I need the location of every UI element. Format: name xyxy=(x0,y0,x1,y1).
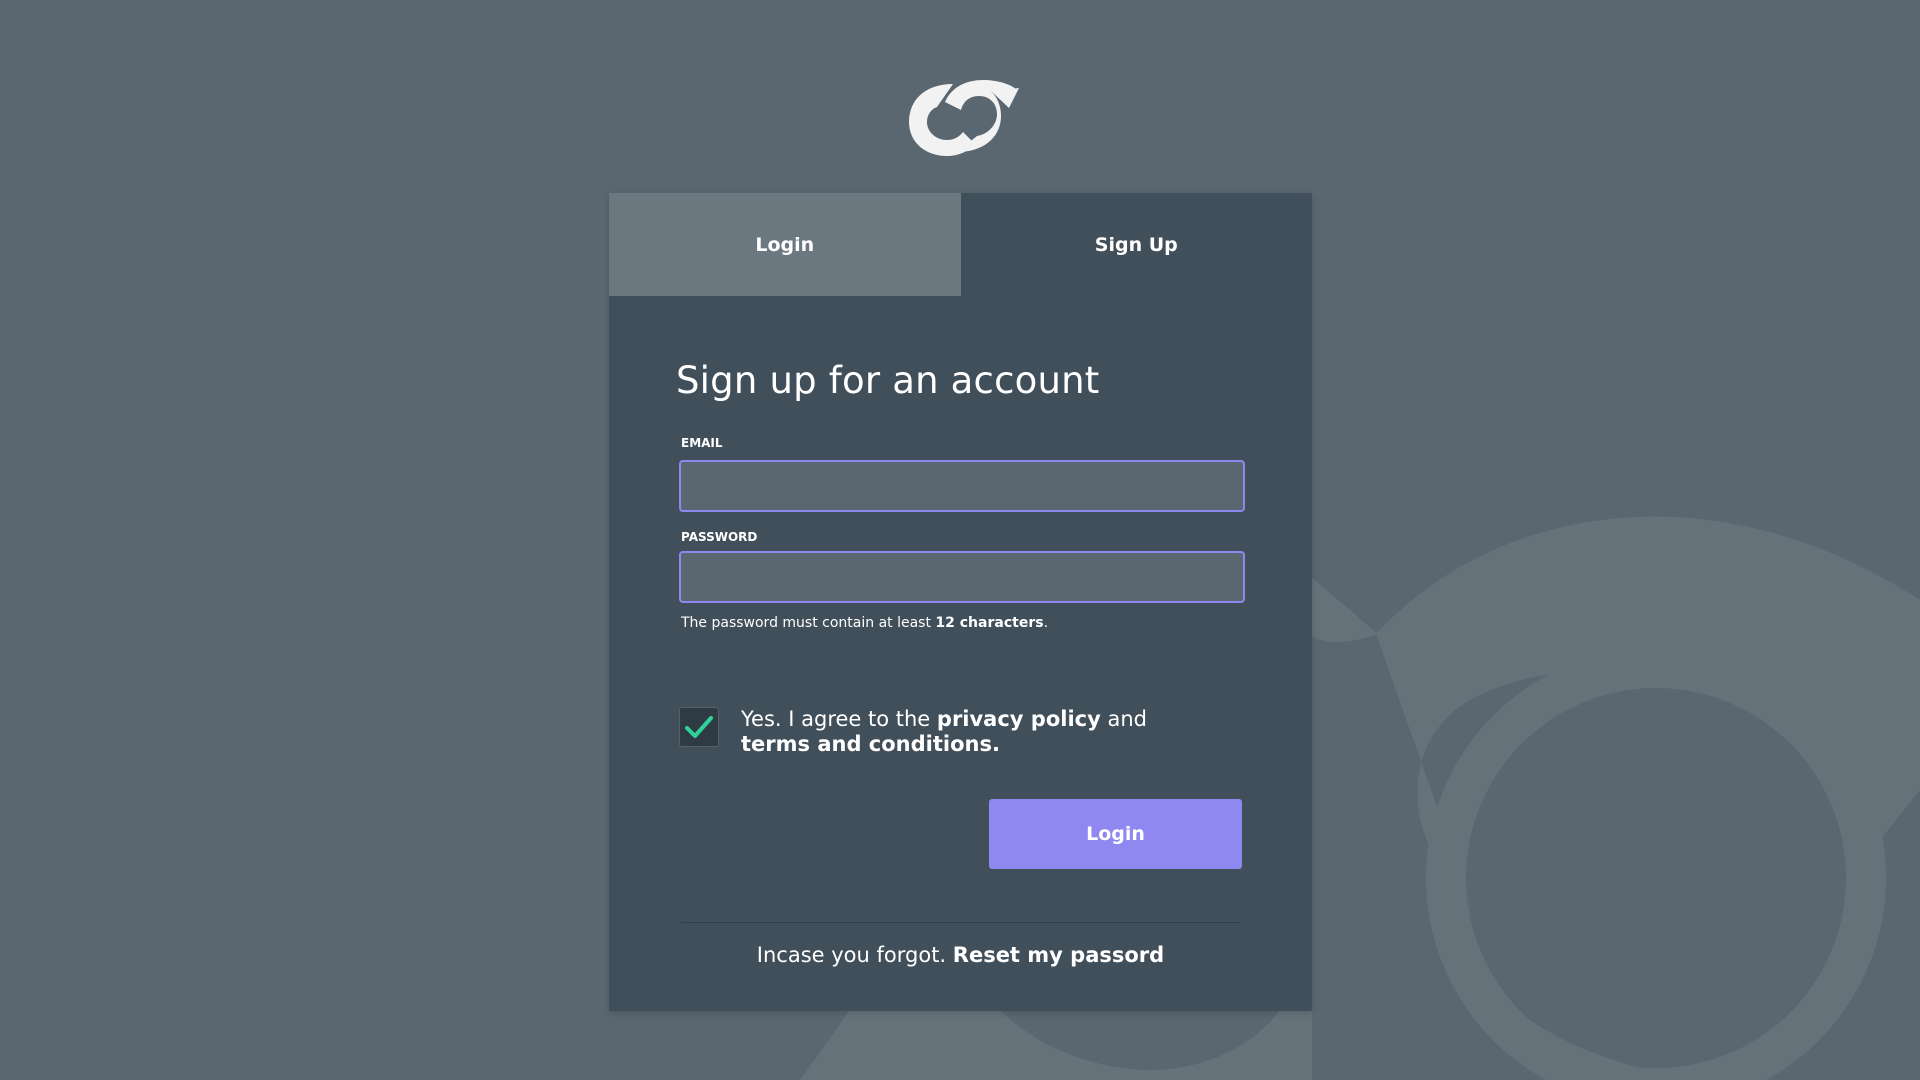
submit-button[interactable]: Login xyxy=(989,799,1242,869)
password-hint-requirement: 12 characters xyxy=(935,615,1044,631)
page: Login Sign Up Sign up for an account EMA… xyxy=(0,0,1920,1080)
agree-row: Yes. I agree to the privacy policy and t… xyxy=(676,707,1245,757)
agree-prefix: Yes. I agree to the xyxy=(741,707,937,731)
password-field[interactable] xyxy=(679,551,1245,603)
divider xyxy=(681,922,1240,923)
checkmark-icon xyxy=(685,716,713,738)
submit-row: Login xyxy=(676,799,1245,869)
reset-password-link[interactable]: Reset my passord xyxy=(953,943,1164,967)
brand-logo xyxy=(909,80,1019,156)
forgot-password: Incase you forgot. Reset my passord xyxy=(676,943,1245,967)
email-label: EMAIL xyxy=(681,436,723,450)
sign-up-form: Sign up for an account EMAIL PASSWORD Th… xyxy=(609,359,1312,967)
terms-link[interactable]: terms and conditions. xyxy=(741,732,1000,756)
forgot-prefix: Incase you forgot. xyxy=(756,943,953,967)
password-hint-text: The password must contain at least xyxy=(681,615,936,631)
password-hint-end: . xyxy=(1043,615,1049,631)
auth-tabs: Login Sign Up xyxy=(609,193,1312,296)
agree-and: and xyxy=(1100,707,1147,731)
password-hint: The password must contain at least 12 ch… xyxy=(676,615,1245,631)
agree-text: Yes. I agree to the privacy policy and t… xyxy=(741,707,1201,757)
tab-login[interactable]: Login xyxy=(609,193,961,296)
password-label: PASSWORD xyxy=(681,530,758,544)
agree-checkbox[interactable] xyxy=(679,707,719,747)
privacy-policy-link[interactable]: privacy policy xyxy=(937,707,1101,731)
form-heading: Sign up for an account xyxy=(676,359,1100,402)
email-field[interactable] xyxy=(679,460,1245,512)
auth-card: Login Sign Up Sign up for an account EMA… xyxy=(609,193,1312,1011)
tab-sign-up[interactable]: Sign Up xyxy=(960,193,1312,296)
